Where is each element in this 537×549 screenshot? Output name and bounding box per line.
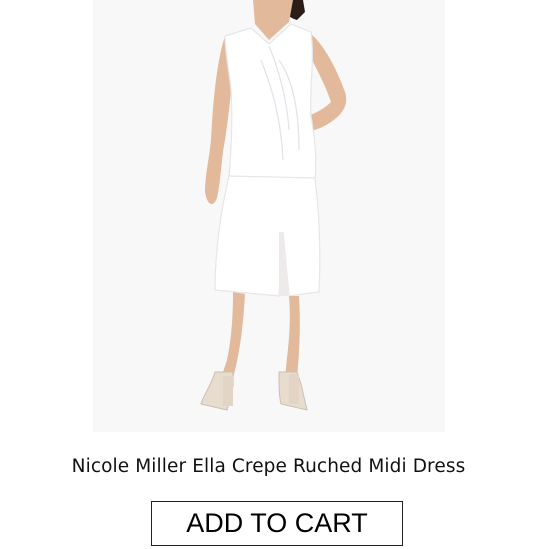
product-image[interactable] <box>93 0 445 432</box>
product-title[interactable]: Nicole Miller Ella Crepe Ruched Midi Dre… <box>0 456 537 477</box>
dress-model-illustration <box>200 0 347 411</box>
add-to-cart-button[interactable]: ADD TO CART <box>151 501 403 546</box>
